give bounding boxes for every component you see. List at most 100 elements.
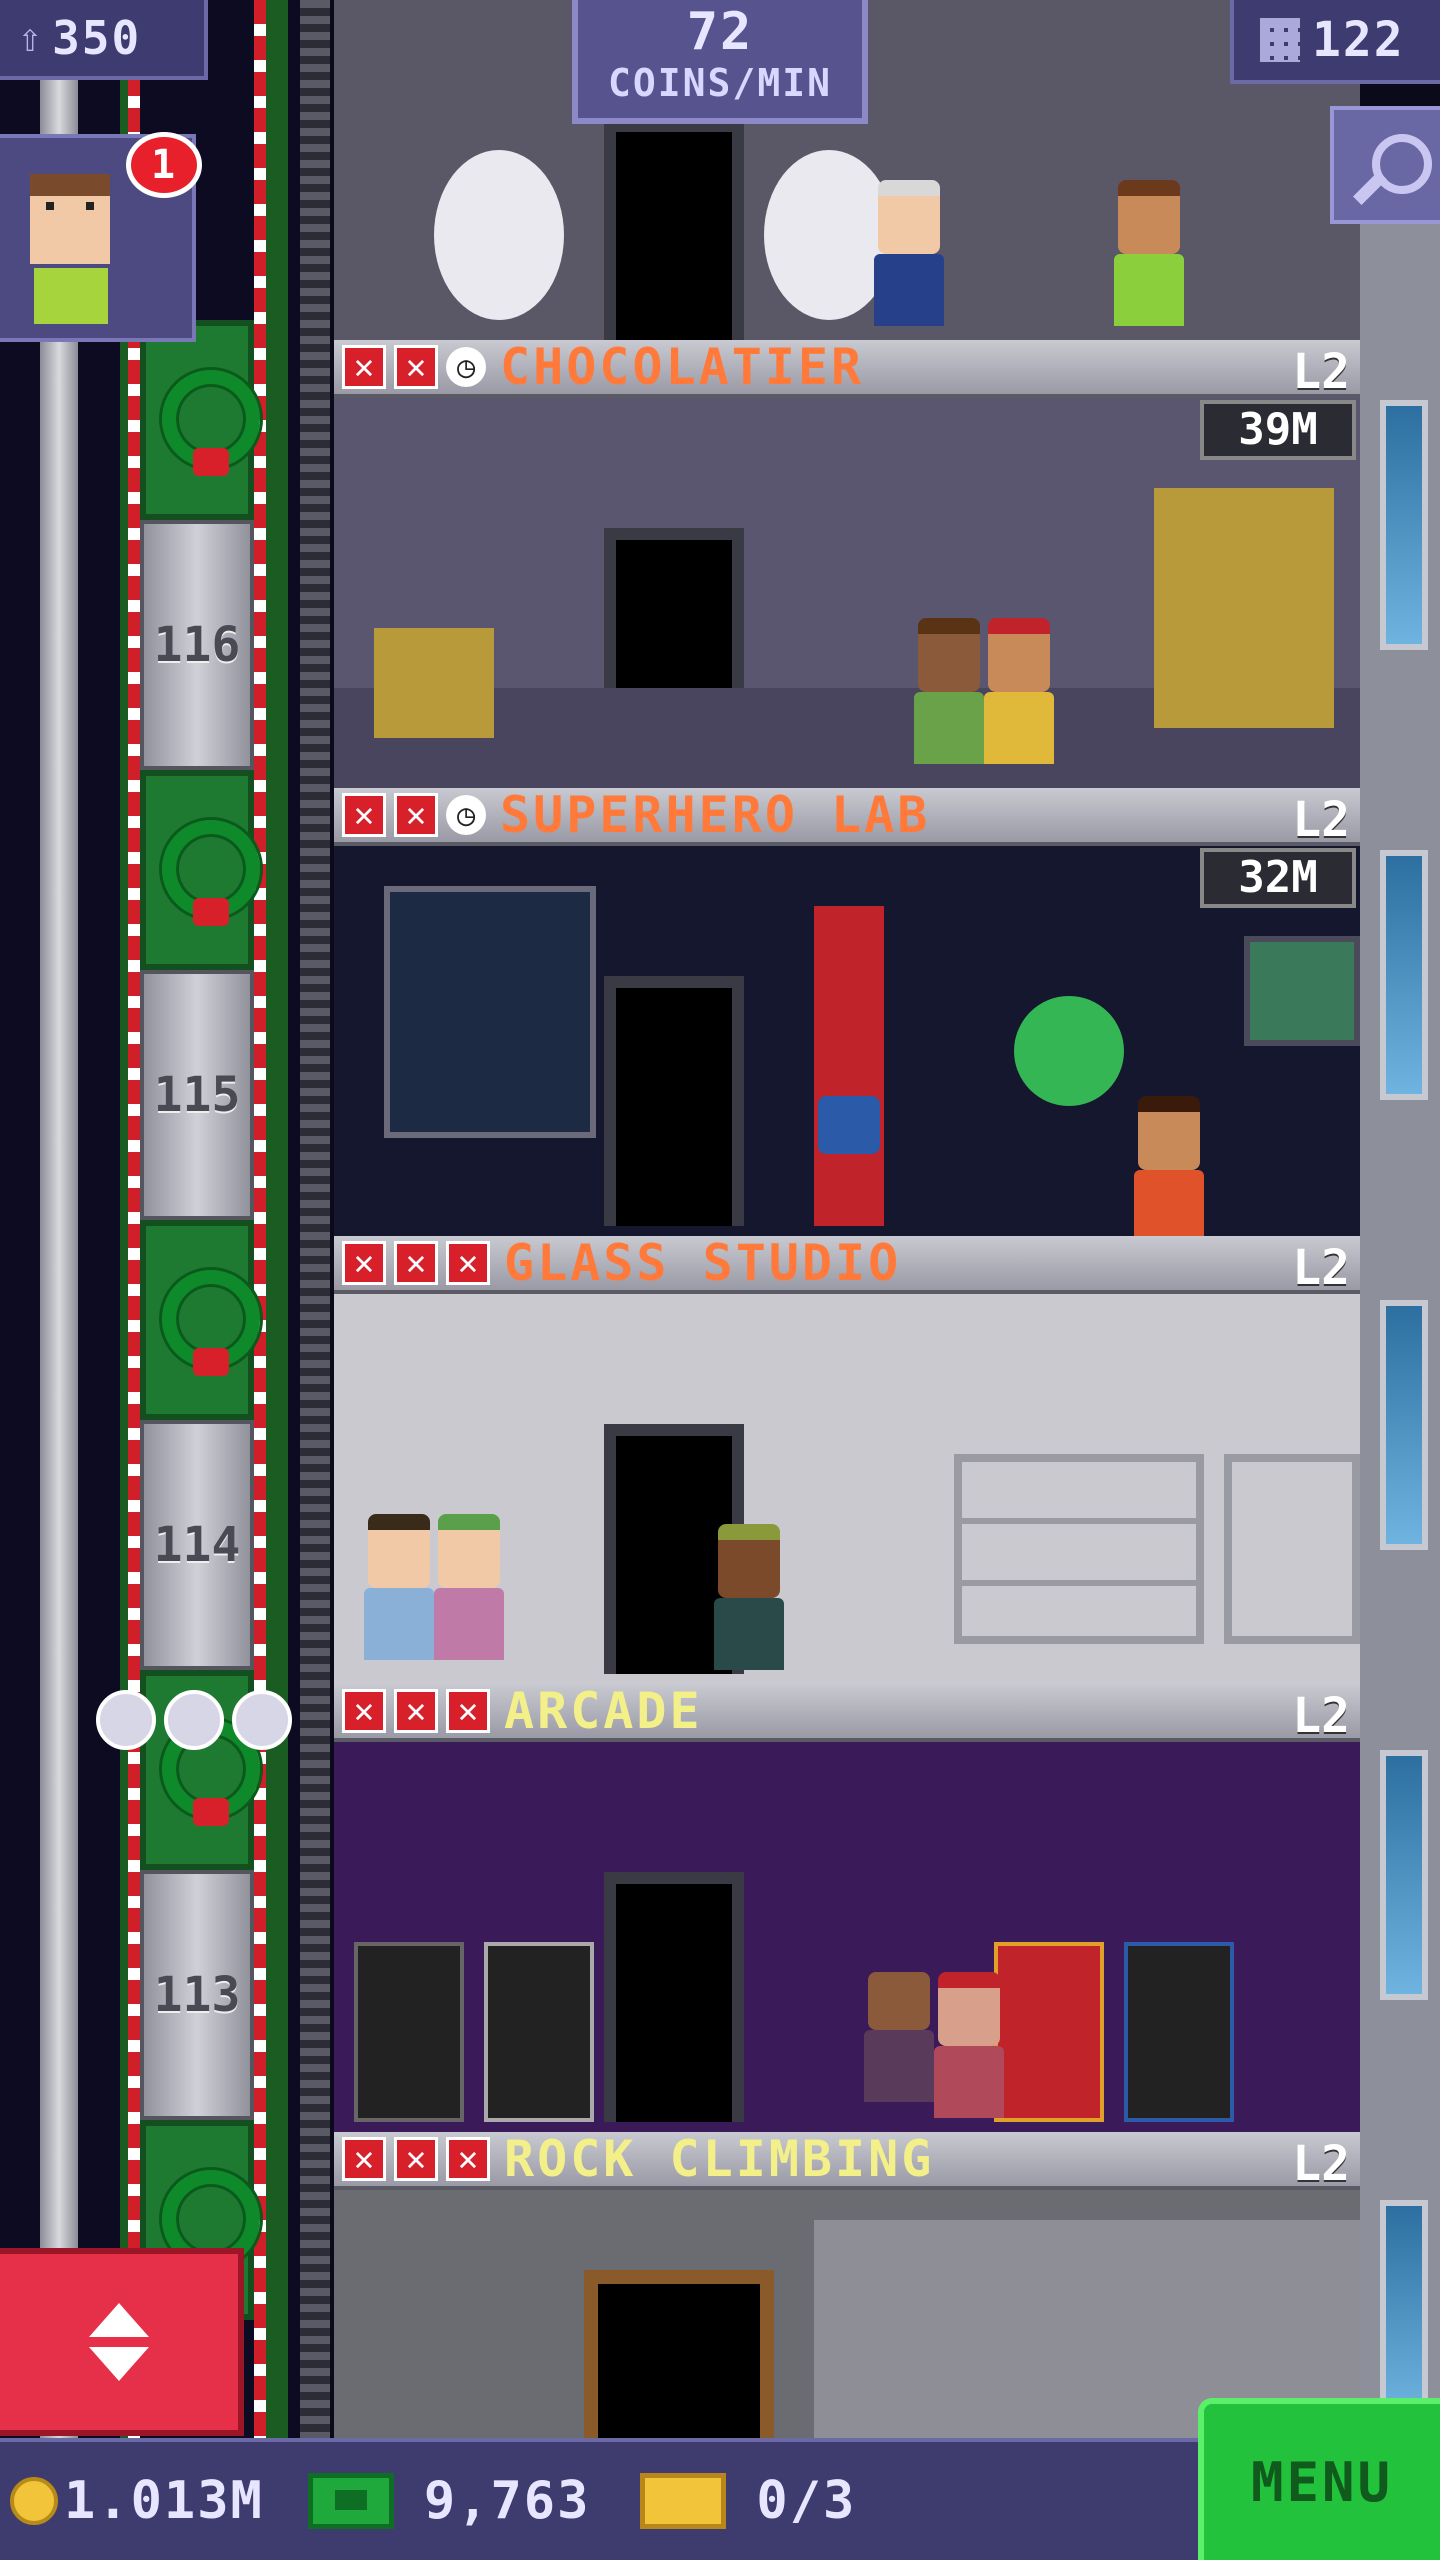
clock-icon: ◷ xyxy=(446,795,486,835)
red-x-icon: ✕ xyxy=(394,1689,438,1733)
floor-room[interactable] xyxy=(334,1294,1360,1684)
red-x-icon: ✕ xyxy=(446,1241,490,1285)
person-up-icon: ⇧ xyxy=(18,15,43,61)
floor-glass-studio[interactable]: ✕ ✕ ✕ GLASS STUDIO L2 xyxy=(334,1234,1360,1684)
floor-level: L2 xyxy=(1292,792,1350,848)
star-icon xyxy=(232,1690,292,1750)
shaft-edge xyxy=(300,0,330,2440)
star-icon xyxy=(164,1690,224,1750)
tickets-value: 0/3 xyxy=(756,2471,857,2531)
red-x-icon: ✕ xyxy=(446,2137,490,2181)
elevator-car-wreath xyxy=(140,320,260,520)
shaft-floor-number: 113 xyxy=(153,1967,241,2023)
shaft-floor-115: 115 xyxy=(140,970,254,1220)
floor-arcade[interactable]: ✕ ✕ ✕ ARCADE L2 xyxy=(334,1682,1360,2132)
room-door xyxy=(604,1872,744,2122)
building-window xyxy=(1380,850,1428,1100)
floor-title-bar[interactable]: ✕ ✕ ◷ SUPERHERO LAB L2 xyxy=(334,786,1360,848)
building-window xyxy=(1380,1300,1428,1550)
clock-icon: ◷ xyxy=(446,347,486,387)
building-window xyxy=(1380,1750,1428,2000)
room-door xyxy=(584,2270,774,2438)
elevator-button[interactable] xyxy=(0,2248,244,2436)
world-map xyxy=(1244,936,1360,1046)
restock-timer: 39M xyxy=(1200,400,1356,460)
floor-title-bar[interactable]: ✕ ✕ ◷ CHOCOLATIER L2 xyxy=(334,338,1360,400)
red-x-icon: ✕ xyxy=(342,2137,386,2181)
red-x-icon: ✕ xyxy=(394,2137,438,2181)
magnifier-handle xyxy=(1353,171,1387,205)
bitizen-notification-button[interactable]: 1 xyxy=(0,132,202,342)
room-door xyxy=(604,120,744,340)
floor-title-bar[interactable]: ✕ ✕ ✕ ARCADE L2 xyxy=(334,1682,1360,1744)
bux-value: 9,763 xyxy=(423,2471,591,2531)
bux-counter[interactable]: 9,763 xyxy=(307,2471,591,2531)
arcade-cabinet xyxy=(354,1942,464,2122)
coins-per-minute-value: 72 xyxy=(686,2,754,62)
floor-room[interactable]: 39M xyxy=(334,398,1360,788)
red-x-icon: ✕ xyxy=(394,1241,438,1285)
bitizen[interactable] xyxy=(934,1972,1004,2118)
bitizen[interactable] xyxy=(814,1096,884,1226)
candy-cane-rail-right xyxy=(254,0,266,2440)
bitizen[interactable] xyxy=(864,1972,934,2102)
shaft-wreath xyxy=(140,1220,260,1420)
shaft-wreath xyxy=(140,770,260,970)
bitizen-eyes xyxy=(46,202,94,210)
bitizen-avatar xyxy=(30,174,110,264)
bitizen[interactable] xyxy=(434,1514,504,1660)
floor-count-panel[interactable]: 122 xyxy=(1230,0,1440,84)
floor-chocolatier[interactable]: ✕ ✕ ◷ CHOCOLATIER L2 39M xyxy=(334,338,1360,788)
hologram-globe xyxy=(1014,996,1124,1106)
floor-level: L2 xyxy=(1292,344,1350,400)
population-counter[interactable]: ⇧ 350 xyxy=(0,0,208,80)
bitizen[interactable] xyxy=(874,180,944,326)
floor-count-value: 122 xyxy=(1312,12,1405,68)
floor-name: CHOCOLATIER xyxy=(500,338,865,396)
red-x-icon: ✕ xyxy=(342,345,386,389)
floor-name: ROCK CLIMBING xyxy=(504,2130,935,2188)
arcade-cabinet xyxy=(484,1942,594,2122)
floor-name: GLASS STUDIO xyxy=(504,1234,902,1292)
wreath-icon xyxy=(162,370,260,476)
bitizen[interactable] xyxy=(914,618,984,764)
search-button[interactable] xyxy=(1330,106,1440,224)
building-window xyxy=(1380,400,1428,650)
blueprint-screen xyxy=(384,886,596,1138)
candy-cane-rail-left xyxy=(128,0,140,2440)
chocolate-tank xyxy=(1154,488,1334,728)
population-value: 350 xyxy=(52,11,142,65)
glass-shelf xyxy=(1224,1454,1360,1644)
floor-title-bar[interactable]: ✕ ✕ ✕ ROCK CLIMBING L2 xyxy=(334,2130,1360,2192)
bitizen[interactable] xyxy=(984,618,1054,764)
floor-rock-climbing[interactable]: ✕ ✕ ✕ ROCK CLIMBING L2 xyxy=(334,2130,1360,2438)
red-x-icon: ✕ xyxy=(394,345,438,389)
coins-counter[interactable]: 1.013M xyxy=(10,2471,264,2531)
star-icon xyxy=(96,1690,156,1750)
red-x-icon: ✕ xyxy=(342,793,386,837)
restock-timer: 32M xyxy=(1200,848,1356,908)
coins-value: 1.013M xyxy=(64,2471,264,2531)
red-x-icon: ✕ xyxy=(394,793,438,837)
bitizen[interactable] xyxy=(714,1524,784,1670)
floor-superhero-lab[interactable]: ✕ ✕ ◷ SUPERHERO LAB L2 32M xyxy=(334,786,1360,1236)
floor-name: SUPERHERO LAB xyxy=(500,786,931,844)
wreath-icon xyxy=(162,1270,260,1376)
shaft-pole xyxy=(40,0,78,2440)
bitizen[interactable] xyxy=(364,1514,434,1660)
shaft-floor-116: 116 xyxy=(140,520,254,770)
floor-room[interactable]: 32M xyxy=(334,846,1360,1236)
bitizen[interactable] xyxy=(1114,180,1184,326)
bitizen[interactable] xyxy=(1134,1096,1204,1236)
banknote-icon xyxy=(307,2473,394,2529)
building-window xyxy=(1380,2200,1428,2420)
elevator-shaft[interactable]: 116 115 114 113 xyxy=(0,0,330,2440)
menu-button[interactable]: MENU xyxy=(1198,2398,1440,2560)
floor-room[interactable] xyxy=(334,1742,1360,2132)
arcade-cabinet xyxy=(994,1942,1104,2122)
egg-chair xyxy=(434,150,564,320)
floor-title-bar[interactable]: ✕ ✕ ✕ GLASS STUDIO L2 xyxy=(334,1234,1360,1296)
golden-tickets-counter[interactable]: 0/3 xyxy=(640,2471,856,2531)
red-x-icon: ✕ xyxy=(342,1241,386,1285)
floor-level: L2 xyxy=(1292,2136,1350,2192)
